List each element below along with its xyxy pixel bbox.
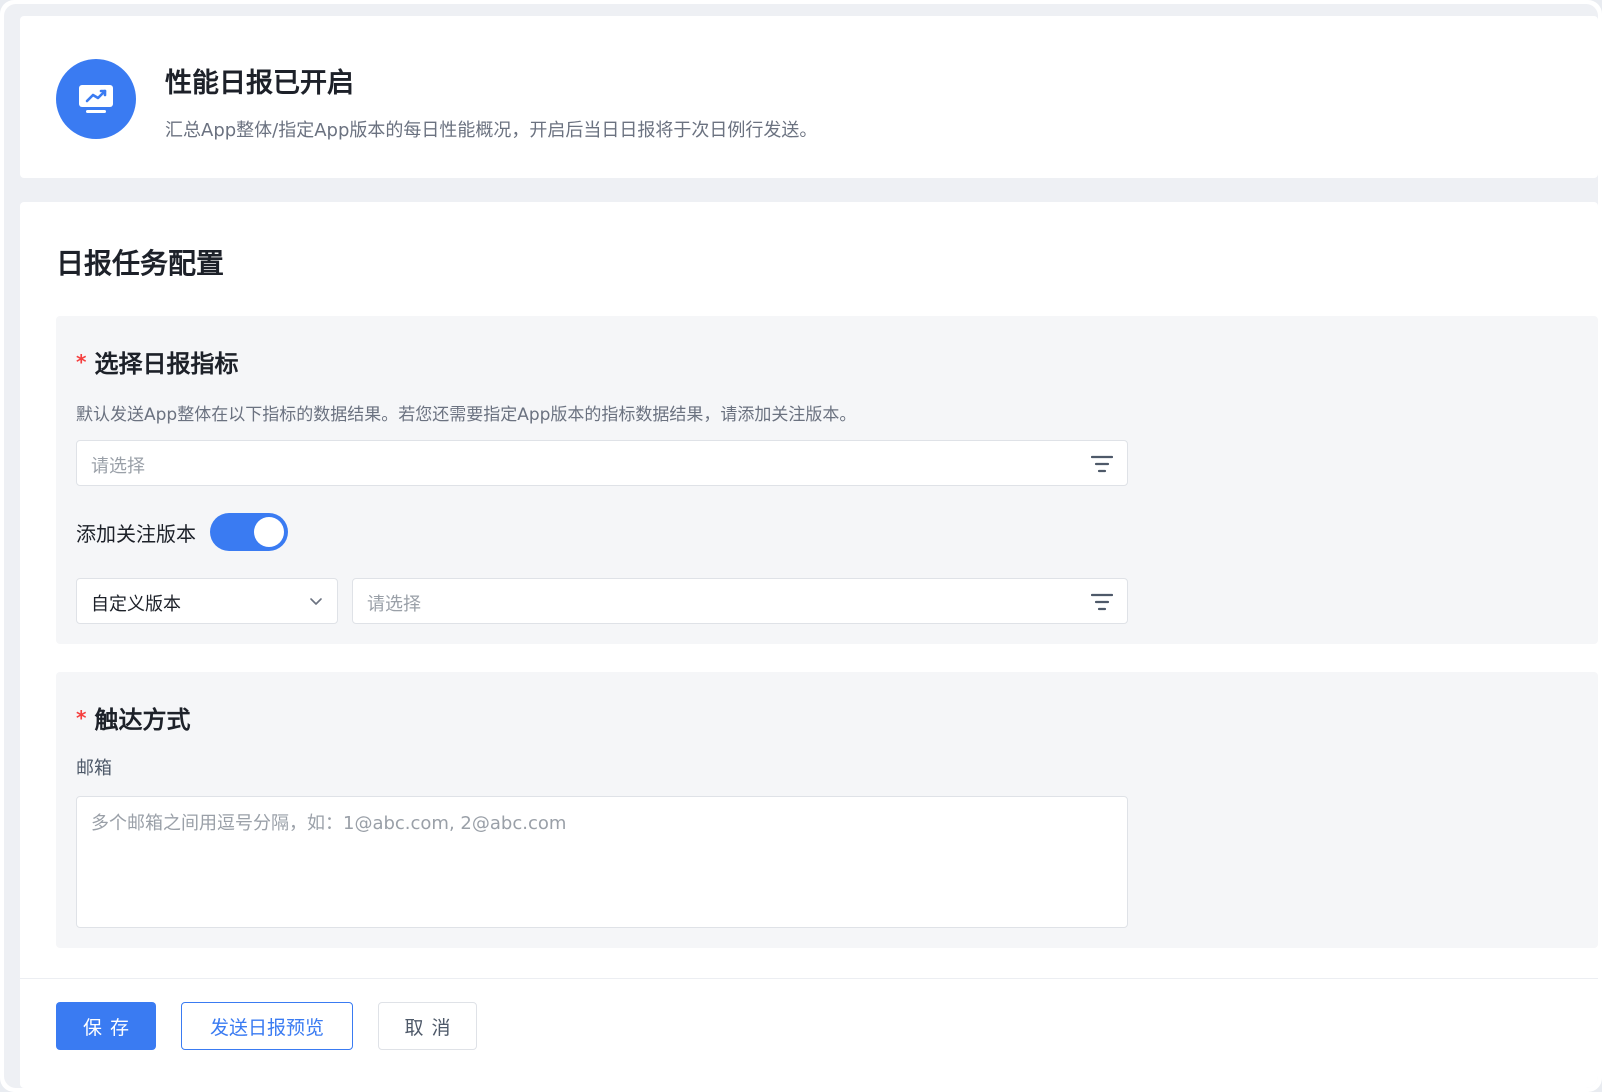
version-type-select[interactable]: 自定义版本 <box>76 578 338 624</box>
reach-section: * 触达方式 邮箱 多个邮箱之间用逗号分隔，如：1@abc.com, 2@abc.… <box>56 672 1598 948</box>
version-select[interactable]: 请选择 <box>352 578 1128 624</box>
metrics-section: * 选择日报指标 默认发送App整体在以下指标的数据结果。若您还需要指定App版本… <box>56 316 1598 644</box>
email-label: 邮箱 <box>76 758 112 779</box>
chevron-down-icon <box>310 598 322 605</box>
report-status-title: 性能日报已开启 <box>165 68 354 99</box>
footer-divider <box>20 978 1598 979</box>
version-type-value: 自定义版本 <box>91 594 181 615</box>
page: 性能日报已开启 汇总App整体/指定App版本的每日性能概况，开启后当日日报将于… <box>0 0 1602 1092</box>
page-background: 性能日报已开启 汇总App整体/指定App版本的每日性能概况，开启后当日日报将于… <box>4 4 1598 1088</box>
metric-select[interactable]: 请选择 <box>76 440 1128 486</box>
email-input[interactable]: 多个邮箱之间用逗号分隔，如：1@abc.com, 2@abc.com <box>76 796 1128 928</box>
save-button[interactable]: 保存 <box>56 1002 156 1050</box>
report-config-card: 日报任务配置 * 选择日报指标 默认发送App整体在以下指标的数据结果。若您还需要… <box>20 202 1598 1088</box>
metrics-section-title: * 选择日报指标 <box>76 344 238 379</box>
version-select-placeholder: 请选择 <box>367 594 421 615</box>
send-preview-button[interactable]: 发送日报预览 <box>181 1002 353 1050</box>
required-mark: * <box>76 350 87 374</box>
required-mark: * <box>76 706 87 730</box>
metrics-title-text: 选择日报指标 <box>94 350 239 378</box>
metric-select-placeholder: 请选择 <box>91 456 145 477</box>
filter-icon <box>1091 455 1113 473</box>
reach-title-text: 触达方式 <box>94 706 191 734</box>
config-title: 日报任务配置 <box>56 247 225 280</box>
monitor-trend-icon <box>56 59 136 139</box>
filter-icon <box>1091 593 1113 611</box>
follow-version-toggle[interactable] <box>210 513 288 551</box>
follow-version-label: 添加关注版本 <box>76 521 196 546</box>
reach-section-title: * 触达方式 <box>76 700 190 735</box>
report-status-card: 性能日报已开启 汇总App整体/指定App版本的每日性能概况，开启后当日日报将于… <box>20 16 1598 178</box>
metrics-description: 默认发送App整体在以下指标的数据结果。若您还需要指定App版本的指标数据结果，… <box>76 405 857 425</box>
toggle-knob <box>254 517 284 547</box>
follow-version-row: 添加关注版本 <box>76 512 288 552</box>
cancel-button[interactable]: 取消 <box>378 1002 477 1050</box>
report-status-description: 汇总App整体/指定App版本的每日性能概况，开启后当日日报将于次日例行发送。 <box>165 120 818 141</box>
email-placeholder: 多个邮箱之间用逗号分隔，如：1@abc.com, 2@abc.com <box>91 813 567 834</box>
